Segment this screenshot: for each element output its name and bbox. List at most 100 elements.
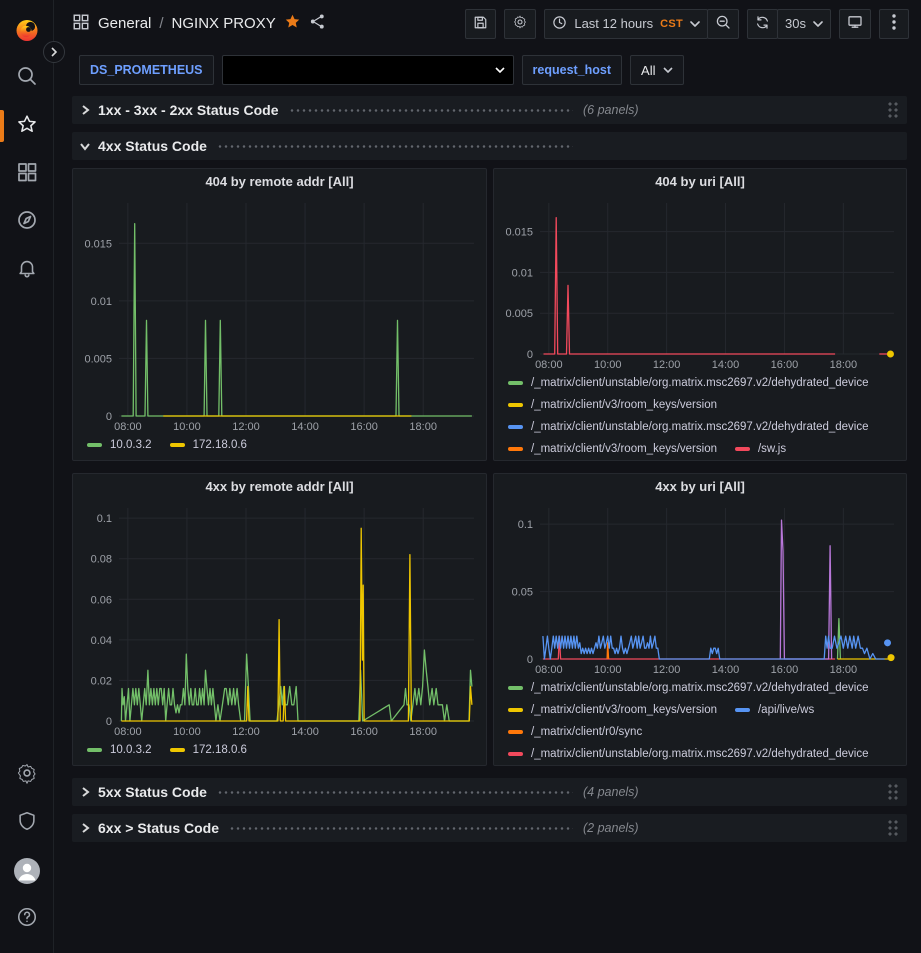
top-navbar: General / NGINX PROXY	[54, 0, 921, 47]
zoom-out-time-button[interactable]	[707, 9, 739, 39]
sidebar-item-dashboards[interactable]	[0, 150, 54, 198]
legend-swatch	[508, 752, 523, 756]
legend-label: 10.0.3.2	[110, 439, 152, 451]
svg-text:08:00: 08:00	[114, 726, 142, 738]
bell-icon	[16, 257, 38, 284]
legend-item[interactable]: 172.18.0.6	[170, 434, 247, 456]
sidebar-item-alerting[interactable]	[0, 246, 54, 294]
row-panel-count: (2 panels)	[583, 821, 639, 835]
panel-title[interactable]: 404 by uri [All]	[494, 169, 906, 195]
row-title: 6xx > Status Code	[98, 820, 219, 836]
svg-text:0.01: 0.01	[91, 296, 112, 308]
svg-text:16:00: 16:00	[771, 359, 799, 371]
legend-item[interactable]: /_matrix/client/r0/sync	[508, 721, 642, 743]
legend-swatch	[508, 447, 523, 451]
legend-item[interactable]: 10.0.3.2	[87, 434, 152, 456]
panel-plot-area: 08:0010:0012:0014:0016:0018:0000.050.1	[496, 500, 904, 677]
legend-label: /_matrix/client/v3/room_keys/version	[531, 399, 717, 411]
row-header-4xx-status-code[interactable]: 4xx Status Code	[72, 132, 907, 160]
svg-text:14:00: 14:00	[712, 359, 740, 371]
chevron-right-icon	[78, 785, 92, 799]
datasource-variable-label: DS_PROMETHEUS	[79, 55, 214, 85]
sidebar-item-search[interactable]	[0, 54, 54, 102]
sidebar-item-configuration[interactable]	[0, 751, 54, 799]
legend-swatch	[508, 686, 523, 690]
legend-label: /_matrix/client/v3/room_keys/version	[531, 443, 717, 455]
chart-svg: 08:0010:0012:0014:0016:0018:0000.0050.01…	[496, 195, 904, 372]
breadcrumb-page[interactable]: NGINX PROXY	[172, 15, 276, 32]
row-drag-handle[interactable]	[887, 819, 899, 837]
request-host-variable-dropdown[interactable]: All	[630, 55, 684, 85]
row-header-6xx-status-code[interactable]: 6xx > Status Code (2 panels)	[72, 814, 907, 842]
avatar	[14, 858, 40, 884]
variables-row: DS_PROMETHEUS request_host All	[79, 54, 907, 86]
cycle-view-mode-button[interactable]	[839, 9, 871, 39]
legend-item[interactable]: /_matrix/client/unstable/org.matrix.msc2…	[508, 416, 869, 438]
chart-svg: 08:0010:0012:0014:0016:0018:0000.0050.01…	[75, 195, 484, 434]
sidebar-item-starred[interactable]	[0, 102, 54, 150]
legend-item[interactable]: /_matrix/client/unstable/org.matrix.msc2…	[508, 743, 869, 765]
legend-swatch	[508, 403, 523, 407]
panel-legend: /_matrix/client/unstable/org.matrix.msc2…	[494, 372, 906, 460]
breadcrumb-section[interactable]: General	[98, 15, 151, 32]
chart-svg: 08:0010:0012:0014:0016:0018:0000.020.040…	[75, 500, 484, 739]
save-dashboard-button[interactable]	[465, 9, 496, 39]
row-header-1xx-3xx-2xx-status-code[interactable]: 1xx - 3xx - 2xx Status Code(6 panels)	[72, 96, 907, 124]
legend-item[interactable]: 10.0.3.2	[87, 739, 152, 761]
legend-item[interactable]: /_matrix/client/unstable/org.matrix.msc2…	[508, 372, 869, 394]
save-icon	[473, 15, 488, 33]
share-icon[interactable]	[309, 13, 326, 34]
panel-title[interactable]: 4xx by remote addr [All]	[73, 474, 486, 500]
svg-text:0.02: 0.02	[91, 675, 112, 687]
sidebar-item-help[interactable]	[0, 895, 54, 943]
legend-item[interactable]: /_matrix/client/unstable/org.matrix.msc2…	[508, 677, 869, 699]
gear-icon	[16, 762, 38, 789]
row-drag-handle[interactable]	[887, 101, 899, 119]
svg-text:12:00: 12:00	[232, 726, 260, 738]
row-header-5xx-status-code[interactable]: 5xx Status Code(4 panels)	[72, 778, 907, 806]
legend-item[interactable]: /sw.js	[735, 438, 786, 460]
time-range-label: Last 12 hours	[574, 16, 653, 31]
legend-label: 172.18.0.6	[193, 744, 247, 756]
legend-label: /_matrix/client/unstable/org.matrix.msc2…	[531, 748, 869, 760]
legend-label: /_matrix/client/unstable/org.matrix.msc2…	[531, 682, 869, 694]
svg-text:0.01: 0.01	[512, 267, 533, 279]
timezone-label: CST	[660, 18, 683, 30]
row-drag-handle[interactable]	[887, 783, 899, 801]
legend-label: /_matrix/client/v3/room_keys/version	[531, 704, 717, 716]
refresh-button[interactable]	[747, 9, 778, 39]
legend-item[interactable]: /_matrix/client/v3/room_keys/version	[508, 438, 717, 460]
kebab-icon	[892, 14, 896, 33]
svg-text:08:00: 08:00	[114, 421, 142, 433]
panel-404-by-uri-all: 404 by uri [All]08:0010:0012:0014:0016:0…	[493, 168, 907, 461]
active-accent-bar	[0, 110, 4, 142]
legend-label: 10.0.3.2	[110, 744, 152, 756]
time-range-picker[interactable]: Last 12 hours CST	[544, 9, 708, 39]
datasource-variable-dropdown[interactable]	[222, 55, 514, 85]
sidebar-item-server-admin[interactable]	[0, 799, 54, 847]
panel-title[interactable]: 404 by remote addr [All]	[73, 169, 486, 195]
svg-text:0: 0	[527, 654, 533, 666]
row-panel-count: (6 panels)	[583, 103, 639, 117]
sidebar-item-profile[interactable]	[0, 847, 54, 895]
dashboard-settings-button[interactable]	[504, 9, 536, 39]
more-options-button[interactable]	[879, 9, 909, 39]
dashboards-grid-icon	[16, 161, 38, 188]
dotted-leader	[289, 109, 573, 112]
legend-item[interactable]: /_matrix/client/v3/room_keys/version	[508, 394, 717, 416]
chevron-down-icon	[813, 21, 823, 27]
refresh-interval-label: 30s	[785, 16, 806, 31]
legend-item[interactable]: /_matrix/client/v3/room_keys/version	[508, 699, 717, 721]
svg-text:18:00: 18:00	[830, 664, 858, 676]
svg-text:08:00: 08:00	[535, 359, 563, 371]
refresh-interval-picker[interactable]: 30s	[777, 9, 831, 39]
legend-swatch	[508, 425, 523, 429]
legend-item[interactable]: 172.18.0.6	[170, 739, 247, 761]
legend-item[interactable]: /api/live/ws	[735, 699, 814, 721]
star-icon	[16, 113, 38, 140]
panel-title[interactable]: 4xx by uri [All]	[494, 474, 906, 500]
panel-4xx-by-uri-all: 4xx by uri [All]08:0010:0012:0014:0016:0…	[493, 473, 907, 766]
sidebar-item-explore[interactable]	[0, 198, 54, 246]
expand-sidebar-button[interactable]	[43, 41, 65, 63]
favorite-star-icon[interactable]	[284, 13, 301, 34]
